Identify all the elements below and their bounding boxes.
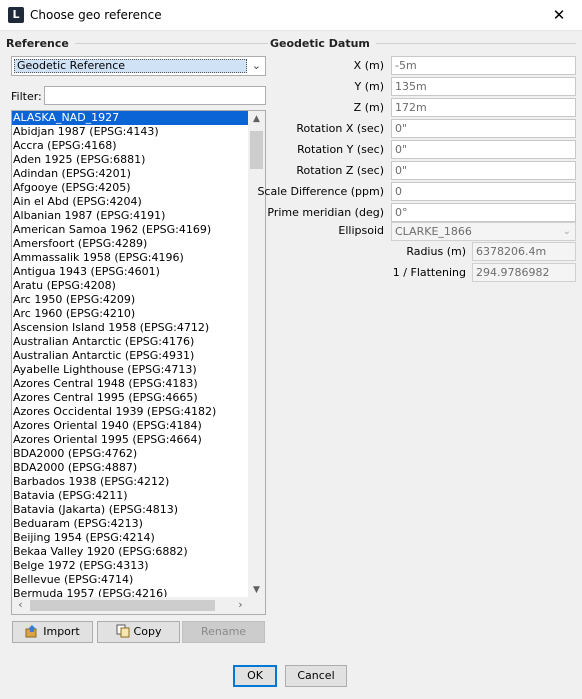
list-item[interactable]: Azores Occidental 1939 (EPSG:4182) xyxy=(12,405,249,419)
horizontal-scroll-thumb[interactable] xyxy=(30,600,215,611)
list-item[interactable]: Bekaa Valley 1920 (EPSG:6882) xyxy=(12,545,249,559)
list-item[interactable]: Ayabelle Lighthouse (EPSG:4713) xyxy=(12,363,249,377)
flattening-label: 1 / Flattening xyxy=(392,266,466,279)
datum-field-input[interactable]: -5m xyxy=(391,56,576,75)
list-item[interactable]: Beijing 1954 (EPSG:4214) xyxy=(12,531,249,545)
list-item[interactable]: Beduaram (EPSG:4213) xyxy=(12,517,249,531)
datum-field-label: Rotation X (sec) xyxy=(296,122,384,135)
datum-field-label: Scale Difference (ppm) xyxy=(257,185,384,198)
list-item[interactable]: Ascension Island 1958 (EPSG:4712) xyxy=(12,321,249,335)
list-item[interactable]: Amersfoort (EPSG:4289) xyxy=(12,237,249,251)
datum-field-label: Z (m) xyxy=(353,101,384,114)
datum-field-label: Rotation Y (sec) xyxy=(297,143,384,156)
datum-field-input[interactable]: 0" xyxy=(391,119,576,138)
chevron-down-icon: ⌄ xyxy=(562,226,571,237)
datum-field-label: Y (m) xyxy=(354,80,384,93)
app-icon: L xyxy=(8,7,24,23)
list-item[interactable]: Azores Central 1948 (EPSG:4183) xyxy=(12,377,249,391)
close-icon[interactable]: ✕ xyxy=(536,0,582,31)
ok-button[interactable]: OK xyxy=(233,665,277,687)
rename-button[interactable]: Rename xyxy=(182,621,265,643)
list-item[interactable]: BDA2000 (EPSG:4887) xyxy=(12,461,249,475)
scroll-left-icon[interactable]: ‹ xyxy=(12,598,29,611)
scroll-down-icon[interactable]: ▼ xyxy=(248,585,265,595)
datum-field-label: X (m) xyxy=(353,59,384,72)
horizontal-scrollbar[interactable]: ‹ › xyxy=(12,597,249,614)
list-item[interactable]: Belge 1972 (EPSG:4313) xyxy=(12,559,249,573)
datum-section-title: Geodetic Datum xyxy=(270,37,576,50)
list-item[interactable]: Bellevue (EPSG:4714) xyxy=(12,573,249,587)
radius-field: 6378206.4m xyxy=(472,242,576,261)
datum-field-input[interactable]: 0" xyxy=(391,140,576,159)
list-item[interactable]: Arc 1960 (EPSG:4210) xyxy=(12,307,249,321)
ellipsoid-dropdown[interactable]: CLARKE_1866 ⌄ xyxy=(391,222,576,241)
ellipsoid-label: Ellipsoid xyxy=(338,224,384,237)
list-item[interactable]: Arc 1950 (EPSG:4209) xyxy=(12,293,249,307)
datum-field-input[interactable]: 172m xyxy=(391,98,576,117)
datum-field-input[interactable]: 0° xyxy=(391,203,576,222)
flattening-field: 294.9786982 xyxy=(472,263,576,282)
ellipsoid-value: CLARKE_1866 xyxy=(395,225,472,238)
scroll-right-icon[interactable]: › xyxy=(232,598,249,611)
datum-field-input[interactable]: 135m xyxy=(391,77,576,96)
datum-field-label: Prime meridian (deg) xyxy=(267,206,384,219)
list-item[interactable]: Antigua 1943 (EPSG:4601) xyxy=(12,265,249,279)
datum-field-label: Rotation Z (sec) xyxy=(296,164,384,177)
reference-section-title: Reference xyxy=(6,37,268,50)
scroll-corner xyxy=(248,597,265,614)
list-item[interactable]: Batavia (EPSG:4211) xyxy=(12,489,249,503)
import-icon xyxy=(25,624,39,638)
filter-label: Filter: xyxy=(11,90,42,103)
title-bar: L Choose geo reference ✕ xyxy=(0,0,582,31)
import-button-label: Import xyxy=(43,625,80,638)
window-title: Choose geo reference xyxy=(30,8,162,22)
list-item[interactable]: Azores Oriental 1940 (EPSG:4184) xyxy=(12,419,249,433)
list-item[interactable]: Ammassalik 1958 (EPSG:4196) xyxy=(12,251,249,265)
list-item[interactable]: Batavia (Jakarta) (EPSG:4813) xyxy=(12,503,249,517)
radius-label: Radius (m) xyxy=(406,245,466,258)
cancel-button[interactable]: Cancel xyxy=(285,665,347,687)
list-item[interactable]: Aratu (EPSG:4208) xyxy=(12,279,249,293)
list-item[interactable]: Australian Antarctic (EPSG:4931) xyxy=(12,349,249,363)
list-item[interactable]: Azores Central 1995 (EPSG:4665) xyxy=(12,391,249,405)
list-item[interactable]: BDA2000 (EPSG:4762) xyxy=(12,447,249,461)
copy-button[interactable]: Copy xyxy=(97,621,180,643)
import-button[interactable]: Import xyxy=(12,621,93,643)
copy-button-label: Copy xyxy=(133,625,162,638)
list-item[interactable]: Azores Oriental 1995 (EPSG:4664) xyxy=(12,433,249,447)
copy-icon xyxy=(116,624,130,638)
datum-field-input[interactable]: 0" xyxy=(391,161,576,180)
list-item[interactable]: Barbados 1938 (EPSG:4212) xyxy=(12,475,249,489)
datum-field-input[interactable]: 0 xyxy=(391,182,576,201)
vertical-scrollbar[interactable]: ▲ ▼ xyxy=(248,111,265,597)
list-item[interactable]: Australian Antarctic (EPSG:4176) xyxy=(12,335,249,349)
